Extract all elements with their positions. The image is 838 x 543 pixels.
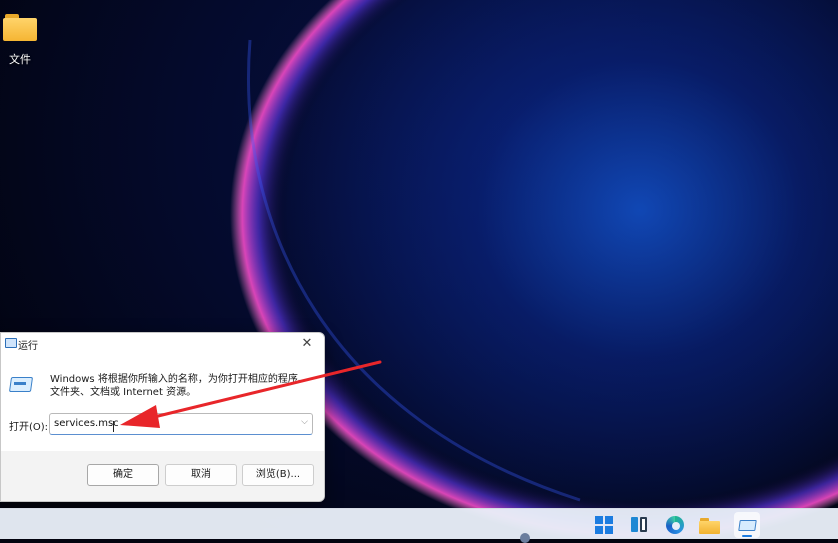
open-combobox[interactable]: services.msc ⌵ — [49, 413, 313, 435]
open-input-value[interactable]: services.msc — [54, 418, 119, 429]
cancel-button[interactable]: 取消 — [165, 464, 237, 486]
open-label: 打开(O): — [9, 422, 49, 433]
desktop-folder[interactable]: 文件 — [0, 14, 40, 67]
start-icon[interactable] — [594, 515, 616, 535]
run-app-icon — [8, 377, 34, 393]
chevron-down-icon[interactable]: ⌵ — [301, 417, 308, 427]
dialog-description: Windows 将根据你所输入的名称，为你打开相应的程序、文件夹、文档或 Int… — [50, 374, 308, 398]
taskbar — [0, 508, 838, 539]
run-taskbar-icon[interactable] — [734, 512, 760, 538]
dialog-footer: 确定 取消 浏览(B)... — [1, 451, 324, 501]
close-button[interactable]: ✕ — [294, 333, 320, 355]
run-title-icon — [5, 338, 17, 348]
dialog-titlebar[interactable]: 运行 ✕ — [1, 333, 324, 355]
dialog-title: 运行 — [18, 341, 38, 352]
ok-button[interactable]: 确定 — [87, 464, 159, 486]
desktop-folder-label: 文件 — [9, 53, 31, 66]
browse-button[interactable]: 浏览(B)... — [242, 464, 314, 486]
widgets-icon[interactable] — [629, 515, 651, 535]
file-explorer-icon[interactable] — [699, 515, 721, 535]
edge-icon[interactable] — [664, 515, 686, 535]
text-cursor — [113, 421, 114, 432]
folder-icon — [3, 14, 37, 41]
run-dialog: 运行 ✕ Windows 将根据你所输入的名称，为你打开相应的程序、文件夹、文档… — [0, 332, 325, 502]
search-icon[interactable] — [520, 533, 530, 543]
